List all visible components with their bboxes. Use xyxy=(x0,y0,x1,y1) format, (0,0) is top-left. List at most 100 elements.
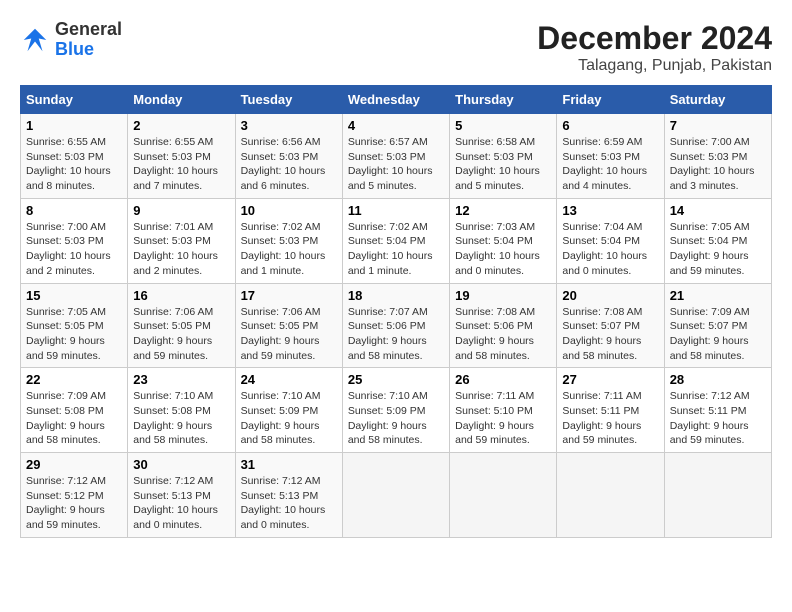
day-info: Sunrise: 7:07 AM Sunset: 5:06 PM Dayligh… xyxy=(348,305,444,364)
day-info: Sunrise: 6:58 AM Sunset: 5:03 PM Dayligh… xyxy=(455,135,551,194)
day-number: 31 xyxy=(241,457,337,472)
logo-text: General Blue xyxy=(55,20,122,60)
day-number: 13 xyxy=(562,203,658,218)
day-info: Sunrise: 7:12 AM Sunset: 5:12 PM Dayligh… xyxy=(26,474,122,533)
calendar-cell: 22 Sunrise: 7:09 AM Sunset: 5:08 PM Dayli… xyxy=(21,368,128,453)
calendar-cell: 17 Sunrise: 7:06 AM Sunset: 5:05 PM Dayli… xyxy=(235,283,342,368)
day-info: Sunrise: 7:00 AM Sunset: 5:03 PM Dayligh… xyxy=(670,135,766,194)
day-number: 8 xyxy=(26,203,122,218)
calendar-cell: 25Sunrise: 7:10 AM Sunset: 5:09 PM Dayli… xyxy=(342,368,449,453)
day-info: Sunrise: 7:04 AM Sunset: 5:04 PM Dayligh… xyxy=(562,220,658,279)
day-number: 22 xyxy=(26,372,122,387)
calendar-cell xyxy=(557,453,664,538)
day-number: 20 xyxy=(562,288,658,303)
day-number: 16 xyxy=(133,288,229,303)
day-number: 14 xyxy=(670,203,766,218)
calendar-cell: 14 Sunrise: 7:05 AM Sunset: 5:04 PM Dayli… xyxy=(664,198,771,283)
calendar-week-row: 15 Sunrise: 7:05 AM Sunset: 5:05 PM Dayli… xyxy=(21,283,772,368)
calendar-cell: 23 Sunrise: 7:10 AM Sunset: 5:08 PM Dayli… xyxy=(128,368,235,453)
day-number: 4 xyxy=(348,118,444,133)
day-info: Sunrise: 7:09 AM Sunset: 5:08 PM Dayligh… xyxy=(26,389,122,448)
calendar-cell: 24 Sunrise: 7:10 AM Sunset: 5:09 PM Dayli… xyxy=(235,368,342,453)
day-info: Sunrise: 6:59 AM Sunset: 5:03 PM Dayligh… xyxy=(562,135,658,194)
calendar-header-row: Sunday Monday Tuesday Wednesday Thursday… xyxy=(21,86,772,114)
calendar-cell: 31 Sunrise: 7:12 AM Sunset: 5:13 PM Dayli… xyxy=(235,453,342,538)
calendar-cell: 19 Sunrise: 7:08 AM Sunset: 5:06 PM Dayli… xyxy=(450,283,557,368)
day-number: 3 xyxy=(241,118,337,133)
header-sunday: Sunday xyxy=(21,86,128,114)
day-number: 27 xyxy=(562,372,658,387)
day-info: Sunrise: 7:02 AM Sunset: 5:03 PM Dayligh… xyxy=(241,220,337,279)
day-info: Sunrise: 7:10 AM Sunset: 5:09 PM Dayligh… xyxy=(241,389,337,448)
day-info: Sunrise: 7:09 AM Sunset: 5:07 PM Dayligh… xyxy=(670,305,766,364)
calendar-cell: 13 Sunrise: 7:04 AM Sunset: 5:04 PM Dayli… xyxy=(557,198,664,283)
day-number: 11 xyxy=(348,203,444,218)
day-number: 17 xyxy=(241,288,337,303)
day-info: Sunrise: 7:02 AM Sunset: 5:04 PM Dayligh… xyxy=(348,220,444,279)
day-info: Sunrise: 7:03 AM Sunset: 5:04 PM Dayligh… xyxy=(455,220,551,279)
calendar-cell: 7 Sunrise: 7:00 AM Sunset: 5:03 PM Daylig… xyxy=(664,114,771,199)
calendar-week-row: 1 Sunrise: 6:55 AM Sunset: 5:03 PM Daylig… xyxy=(21,114,772,199)
day-info: Sunrise: 7:05 AM Sunset: 5:04 PM Dayligh… xyxy=(670,220,766,279)
header-wednesday: Wednesday xyxy=(342,86,449,114)
day-info: Sunrise: 7:06 AM Sunset: 5:05 PM Dayligh… xyxy=(241,305,337,364)
day-info: Sunrise: 7:01 AM Sunset: 5:03 PM Dayligh… xyxy=(133,220,229,279)
calendar-cell: 5 Sunrise: 6:58 AM Sunset: 5:03 PM Daylig… xyxy=(450,114,557,199)
calendar-cell: 12 Sunrise: 7:03 AM Sunset: 5:04 PM Dayli… xyxy=(450,198,557,283)
calendar-cell: 21 Sunrise: 7:09 AM Sunset: 5:07 PM Dayli… xyxy=(664,283,771,368)
calendar-cell: 28 Sunrise: 7:12 AM Sunset: 5:11 PM Dayli… xyxy=(664,368,771,453)
day-number: 2 xyxy=(133,118,229,133)
day-number: 28 xyxy=(670,372,766,387)
day-number: 18 xyxy=(348,288,444,303)
day-info: Sunrise: 7:12 AM Sunset: 5:11 PM Dayligh… xyxy=(670,389,766,448)
day-info: Sunrise: 7:08 AM Sunset: 5:06 PM Dayligh… xyxy=(455,305,551,364)
calendar-week-row: 8 Sunrise: 7:00 AM Sunset: 5:03 PM Daylig… xyxy=(21,198,772,283)
day-number: 9 xyxy=(133,203,229,218)
day-number: 23 xyxy=(133,372,229,387)
calendar-cell xyxy=(664,453,771,538)
calendar-cell: 9 Sunrise: 7:01 AM Sunset: 5:03 PM Daylig… xyxy=(128,198,235,283)
calendar-cell: 4 Sunrise: 6:57 AM Sunset: 5:03 PM Daylig… xyxy=(342,114,449,199)
day-number: 30 xyxy=(133,457,229,472)
day-info: Sunrise: 7:08 AM Sunset: 5:07 PM Dayligh… xyxy=(562,305,658,364)
calendar-cell: 1 Sunrise: 6:55 AM Sunset: 5:03 PM Daylig… xyxy=(21,114,128,199)
day-info: Sunrise: 7:10 AM Sunset: 5:09 PM Dayligh… xyxy=(348,389,444,448)
logo: General Blue xyxy=(20,20,122,60)
calendar-table: Sunday Monday Tuesday Wednesday Thursday… xyxy=(20,85,772,538)
day-number: 15 xyxy=(26,288,122,303)
calendar-cell: 2Sunrise: 6:55 AM Sunset: 5:03 PM Daylig… xyxy=(128,114,235,199)
calendar-cell: 11 Sunrise: 7:02 AM Sunset: 5:04 PM Dayli… xyxy=(342,198,449,283)
page-header: General Blue December 2024 Talagang, Pun… xyxy=(20,20,772,75)
calendar-cell: 27Sunrise: 7:11 AM Sunset: 5:11 PM Dayli… xyxy=(557,368,664,453)
calendar-cell: 6 Sunrise: 6:59 AM Sunset: 5:03 PM Daylig… xyxy=(557,114,664,199)
day-number: 5 xyxy=(455,118,551,133)
calendar-cell xyxy=(450,453,557,538)
day-info: Sunrise: 7:00 AM Sunset: 5:03 PM Dayligh… xyxy=(26,220,122,279)
day-number: 19 xyxy=(455,288,551,303)
day-info: Sunrise: 7:12 AM Sunset: 5:13 PM Dayligh… xyxy=(241,474,337,533)
day-info: Sunrise: 6:56 AM Sunset: 5:03 PM Dayligh… xyxy=(241,135,337,194)
calendar-cell: 18 Sunrise: 7:07 AM Sunset: 5:06 PM Dayli… xyxy=(342,283,449,368)
day-number: 26 xyxy=(455,372,551,387)
calendar-cell: 26Sunrise: 7:11 AM Sunset: 5:10 PM Dayli… xyxy=(450,368,557,453)
calendar-cell xyxy=(342,453,449,538)
calendar-title: December 2024 xyxy=(537,20,772,57)
day-number: 6 xyxy=(562,118,658,133)
logo-icon xyxy=(20,25,50,55)
calendar-week-row: 29 Sunrise: 7:12 AM Sunset: 5:12 PM Dayli… xyxy=(21,453,772,538)
day-info: Sunrise: 7:10 AM Sunset: 5:08 PM Dayligh… xyxy=(133,389,229,448)
day-number: 7 xyxy=(670,118,766,133)
day-info: Sunrise: 7:05 AM Sunset: 5:05 PM Dayligh… xyxy=(26,305,122,364)
calendar-cell: 20 Sunrise: 7:08 AM Sunset: 5:07 PM Dayli… xyxy=(557,283,664,368)
day-info: Sunrise: 6:57 AM Sunset: 5:03 PM Dayligh… xyxy=(348,135,444,194)
day-info: Sunrise: 7:06 AM Sunset: 5:05 PM Dayligh… xyxy=(133,305,229,364)
day-number: 24 xyxy=(241,372,337,387)
day-number: 12 xyxy=(455,203,551,218)
header-thursday: Thursday xyxy=(450,86,557,114)
day-number: 1 xyxy=(26,118,122,133)
day-info: Sunrise: 6:55 AM Sunset: 5:03 PM Dayligh… xyxy=(26,135,122,194)
day-number: 29 xyxy=(26,457,122,472)
calendar-cell: 3 Sunrise: 6:56 AM Sunset: 5:03 PM Daylig… xyxy=(235,114,342,199)
calendar-cell: 29 Sunrise: 7:12 AM Sunset: 5:12 PM Dayli… xyxy=(21,453,128,538)
day-number: 21 xyxy=(670,288,766,303)
